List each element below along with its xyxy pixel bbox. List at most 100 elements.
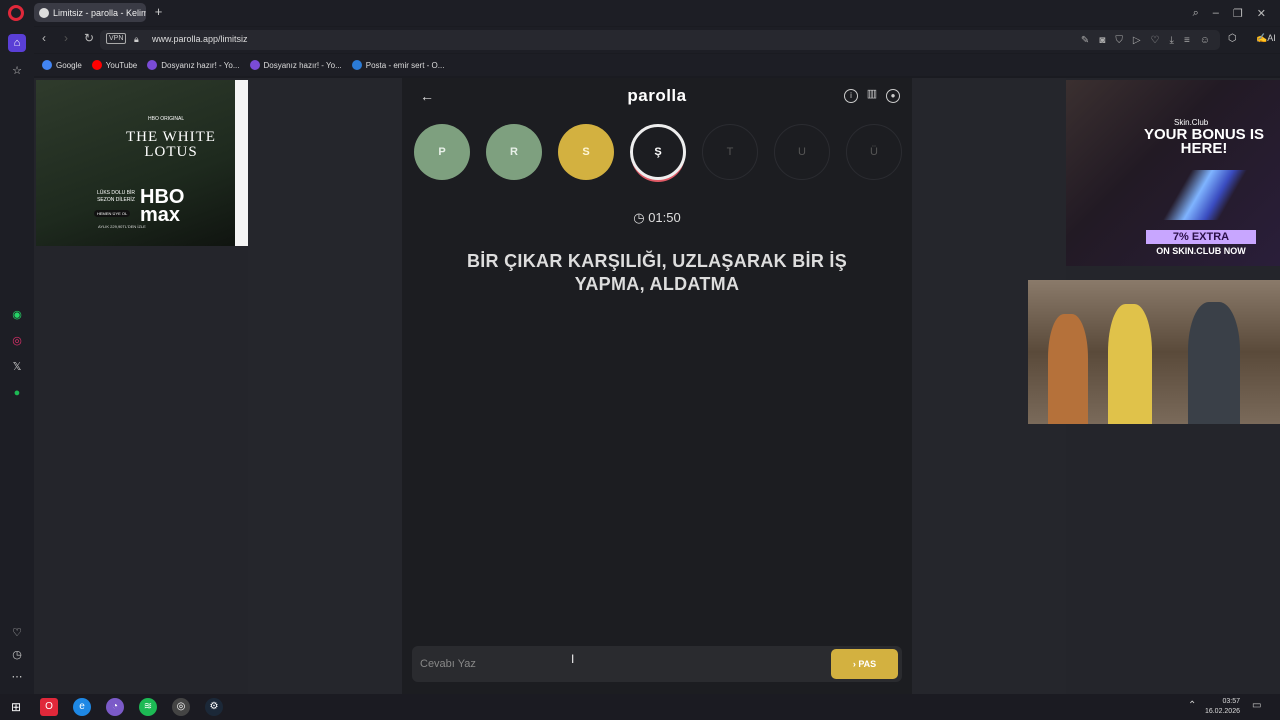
more-icon[interactable]: ⋯ [8,668,26,686]
spotify-icon[interactable]: ● [8,384,26,402]
history-icon[interactable]: ◷ [8,646,26,664]
menu-icon[interactable]: ≡ [1184,35,1190,46]
photo-ad[interactable] [1028,280,1280,424]
pass-label: PAS [858,659,877,669]
opera-logo-icon[interactable] [8,5,24,21]
download-icon[interactable]: ⤓ [1170,35,1174,46]
bookmark-label: YouTube [105,60,138,70]
instagram-icon[interactable]: ◎ [8,332,26,350]
clock-icon: ◷ [633,210,645,225]
left-ad-column: HBO ORIGINAL THE WHITE LOTUS LÜKS DOLU B… [34,78,248,694]
ai-button[interactable]: ✍AI [1256,33,1276,44]
favorites-icon[interactable]: ♡ [8,624,26,642]
person-figure [1048,314,1088,424]
lock-icon[interactable]: 🔒︎ [134,34,139,45]
ad-title: THE WHITE LOTUS [126,129,216,160]
skinclub-ad[interactable]: Skin.Club YOUR BONUS IS HERE! 7% EXTRA O… [1066,80,1280,266]
ad2-site: ON SKIN.CLUB NOW [1156,246,1246,256]
browser-tab[interactable]: Limitsiz - parolla - Kelime [34,3,146,22]
spotify-taskbar-icon[interactable]: ≋ [139,698,157,716]
text-cursor-icon: I [571,652,575,666]
answer-bar: › PAS [412,646,902,682]
question-text: BİR ÇIKAR KARŞILIĞI, UZLAŞARAK BİR İŞ YA… [466,251,848,294]
browser-sidebar: ⌂ ☆ ◉ ◎ 𝕏 ● ♡ ◷ ⋯ [0,26,34,694]
new-tab-button[interactable]: + [152,5,165,18]
shield-icon[interactable]: ⛉ [1115,35,1123,46]
tray-chevron-icon[interactable]: ⌃ [1188,700,1196,711]
x-icon[interactable]: 𝕏 [8,358,26,376]
ad-brand: HBO max [140,186,185,226]
home-icon[interactable]: ⌂ [8,34,26,52]
maximize-button[interactable]: ❐ [1233,7,1243,20]
letter-circle-future: T [702,124,758,180]
url-box[interactable]: VPN 🔒︎ www.parolla.app/limitsiz ✎ ◙ ⛉ ▷ … [100,30,1220,50]
edge-icon[interactable]: e [73,698,91,716]
bookmark-label: Dosyanız hazır! - Yo... [161,60,240,70]
camera-icon[interactable]: ◙ [1099,35,1105,46]
bookmark-item[interactable]: YouTube [91,60,138,70]
hbo-ad[interactable]: HBO ORIGINAL THE WHITE LOTUS LÜKS DOLU B… [36,80,248,246]
bookmark-icon [249,60,260,70]
ad-strip [235,80,248,246]
app-icon[interactable]: ◎ [172,698,190,716]
person-figure [1188,302,1240,424]
bookmark-icon [91,60,102,70]
heart-icon[interactable]: ♡ [1151,35,1160,46]
bookmark-item[interactable]: Posta - emir sert - O... [351,60,445,70]
profile-icon[interactable]: ● [886,89,900,103]
search-tabs-icon[interactable]: ⌕ [1193,7,1199,20]
extensions-icon[interactable]: ⬡ [1228,33,1237,44]
ad-cta[interactable]: HEMEN ÜYE OL [94,210,131,217]
tab-favicon-icon [39,7,49,18]
clock-time: 03:57 [1222,698,1240,705]
letter-circle-active: Ş [630,124,686,180]
pass-button[interactable]: › PAS [831,649,898,679]
bookmark-label: Google [56,60,82,70]
edit-icon[interactable]: ✎ [1081,35,1089,46]
address-toolbar: ✎ ◙ ⛉ ▷ ♡ ⤓ ≡ ☺ [1081,35,1210,46]
bookmarks-bar: Google YouTube Dosyanız hazır! - Yo... Dosy… [34,54,1280,76]
parolla-app: ← parolla i ▥ ● PRSŞTUÜ ◷ 01:50 BİR ÇIKA… [402,78,912,694]
stats-icon[interactable]: ▥ [865,89,879,103]
window-controls: ⌕ – ❐ ✕ [1193,0,1280,26]
account-icon[interactable]: ☺ [1200,35,1210,46]
ad-hbo-original: HBO ORIGINAL [148,116,185,122]
address-bar-row: ‹ › ↻ VPN 🔒︎ www.parolla.app/limitsiz ✎ … [34,27,1280,53]
url-text[interactable]: www.parolla.app/limitsiz [152,34,248,44]
left-gutter [248,78,402,694]
star-icon[interactable]: ☆ [8,62,26,80]
steam-icon[interactable]: ⚙ [205,698,223,716]
vpn-badge[interactable]: VPN [106,33,127,44]
windows-start-icon[interactable]: ⊞ [7,698,25,716]
right-ad-column: Skin.Club YOUR BONUS IS HERE! 7% EXTRA O… [1028,78,1280,694]
timer: ◷ 01:50 [402,210,912,226]
reload-button[interactable]: ↻ [84,31,94,45]
bookmark-item[interactable]: Dosyanız hazır! - Yo... [147,60,240,70]
letter-circle-future: Ü [846,124,902,180]
app-logo[interactable]: parolla [402,86,912,106]
bookmark-icon [42,60,52,70]
bookmark-label: Posta - emir sert - O... [365,60,445,70]
minimize-button[interactable]: – [1213,7,1219,19]
bookmark-item[interactable]: Google [42,60,82,70]
header-icons: i ▥ ● [844,89,900,103]
clock[interactable]: 03:57 16.02.2026 [1205,697,1240,717]
back-button[interactable]: ‹ [42,31,46,45]
opera-taskbar-icon[interactable]: O [40,698,58,716]
notification-icon[interactable]: ▭ [1252,700,1261,711]
ad2-headline: YOUR BONUS IS HERE! [1144,126,1265,157]
forward-button[interactable]: › [64,31,68,45]
answer-input[interactable] [420,653,820,675]
browser-icon[interactable]: ◔ [106,698,124,716]
ai-label: AI [1267,33,1276,43]
letter-circle-done: R [486,124,542,180]
play-icon[interactable]: ▷ [1133,35,1141,46]
bookmark-item[interactable]: Dosyanız hazır! - Yo... [249,60,342,70]
info-icon[interactable]: i [844,89,858,103]
ad-price: AYLIK 229,90TL'DEN İZLE [98,224,146,229]
whatsapp-icon[interactable]: ◉ [8,306,26,324]
taskbar: ⊞ O e ◔ ≋ ◎ ⚙ ⌃ 03:57 16.02.2026 ▭ [0,694,1280,720]
letter-circle-future: U [774,124,830,180]
person-figure [1108,304,1152,424]
close-button[interactable]: ✕ [1257,7,1266,20]
